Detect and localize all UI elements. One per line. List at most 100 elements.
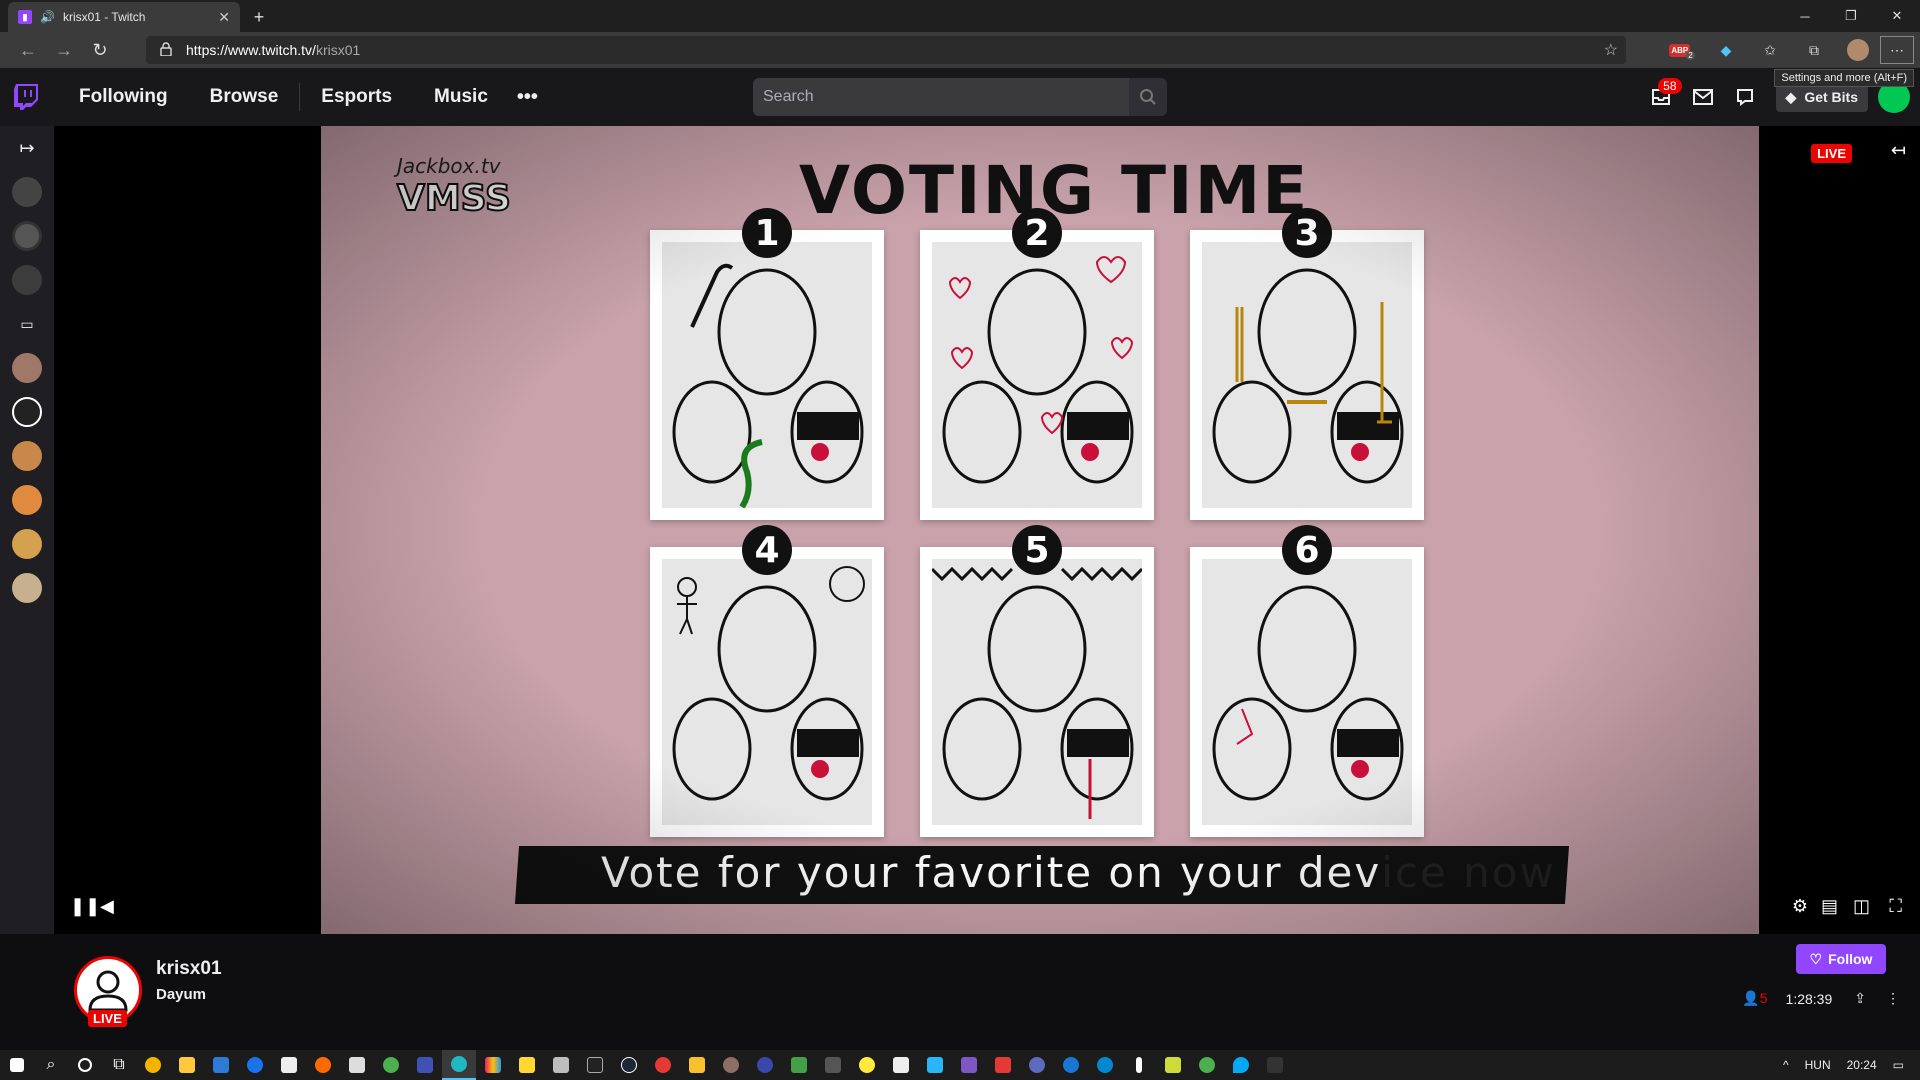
settings-more-button[interactable]: ⋯	[1880, 36, 1914, 64]
sidebar-channel-2[interactable]	[0, 214, 54, 258]
app-icon[interactable]	[714, 1050, 748, 1080]
app-icon[interactable]	[544, 1050, 578, 1080]
sidebar-channel-3[interactable]	[0, 258, 54, 302]
new-tab-button[interactable]: +	[244, 2, 274, 32]
cortana-icon[interactable]	[68, 1050, 102, 1080]
nav-more-button[interactable]: •••	[517, 86, 538, 109]
app-icon[interactable]	[646, 1050, 680, 1080]
app-icon[interactable]	[1020, 1050, 1054, 1080]
close-window-button[interactable]: ✕	[1874, 0, 1920, 32]
whispers-button[interactable]	[1682, 68, 1724, 126]
close-tab-icon[interactable]: ✕	[218, 9, 230, 26]
more-options-icon[interactable]: ⋮	[1886, 990, 1900, 1007]
cmd-icon[interactable]	[578, 1050, 612, 1080]
nav-browse[interactable]: Browse	[210, 86, 279, 108]
search-input[interactable]: Search	[753, 78, 1129, 116]
address-bar[interactable]: https://www.twitch.tv/krisx01 ☆	[146, 36, 1626, 64]
app-icon[interactable]	[272, 1050, 306, 1080]
app-icon[interactable]	[1224, 1050, 1258, 1080]
windows-start-icon[interactable]	[0, 1050, 34, 1080]
twitch-logo-icon[interactable]	[14, 84, 38, 110]
sidebar-channel-5[interactable]	[0, 390, 54, 434]
system-tray: ^ HUN 20:24 ▭	[1775, 1050, 1912, 1080]
sidebar-channel-9[interactable]	[0, 566, 54, 610]
collections-icon[interactable]: ⧉	[1792, 32, 1836, 68]
app-icon[interactable]	[1156, 1050, 1190, 1080]
app-icon[interactable]	[408, 1050, 442, 1080]
nav-following[interactable]: Following	[79, 86, 168, 108]
sidebar-channel-6[interactable]	[0, 434, 54, 478]
app-icon[interactable]	[680, 1050, 714, 1080]
clock[interactable]: 20:24	[1847, 1058, 1877, 1072]
favorites-icon[interactable]: ✩	[1748, 32, 1792, 68]
file-explorer-icon[interactable]	[170, 1050, 204, 1080]
app-icon[interactable]	[204, 1050, 238, 1080]
app-icon[interactable]	[816, 1050, 850, 1080]
edge-icon[interactable]	[442, 1050, 476, 1080]
app-icon[interactable]	[986, 1050, 1020, 1080]
back-button[interactable]: ←	[10, 32, 46, 68]
browser-tab[interactable]: ▮ 🔊 krisx01 - Twitch ✕	[8, 2, 240, 32]
collapse-chat-icon[interactable]: ↤	[1891, 140, 1906, 161]
theatre-mode-icon[interactable]: ◫	[1853, 896, 1870, 917]
sidebar-channel-8[interactable]	[0, 522, 54, 566]
camera-icon[interactable]: ▭	[0, 302, 54, 346]
refresh-button[interactable]: ↻	[82, 32, 118, 68]
speaker-icon[interactable]: 🔊	[40, 10, 55, 24]
app-icon[interactable]	[952, 1050, 986, 1080]
app-icon[interactable]	[918, 1050, 952, 1080]
app-icon[interactable]	[850, 1050, 884, 1080]
sidebar-channel-7[interactable]	[0, 478, 54, 522]
sidebar-channel-4[interactable]	[0, 346, 54, 390]
minimize-button[interactable]: ─	[1782, 0, 1828, 32]
app-icon[interactable]	[136, 1050, 170, 1080]
lock-icon	[160, 42, 172, 56]
app-icon[interactable]	[1122, 1050, 1156, 1080]
gem-extension-icon[interactable]: ◆	[1704, 32, 1748, 68]
task-view-icon[interactable]: ⧉	[102, 1050, 136, 1080]
chat-bubble-button[interactable]	[1724, 68, 1766, 126]
chrome-icon[interactable]	[374, 1050, 408, 1080]
app-icon[interactable]	[238, 1050, 272, 1080]
app-icon[interactable]	[510, 1050, 544, 1080]
share-icon[interactable]: ⇪	[1854, 990, 1866, 1007]
video-player[interactable]: Jackbox.tv VMSS VOTING TIME 1 2 3 4 5 6 …	[54, 126, 1920, 934]
app-icon[interactable]	[1088, 1050, 1122, 1080]
follow-button[interactable]: ♡ Follow	[1796, 944, 1886, 974]
channel-name[interactable]: krisx01	[156, 958, 222, 980]
volume-icon[interactable]: ◀	[100, 896, 114, 917]
settings-gear-icon[interactable]: ⚙	[1792, 896, 1808, 917]
forward-button[interactable]: →	[46, 32, 82, 68]
app-icon[interactable]	[1054, 1050, 1088, 1080]
expand-sidebar-icon[interactable]: ↦	[0, 126, 54, 170]
notifications-button[interactable]: 58	[1640, 68, 1682, 126]
restore-button[interactable]: ❐	[1828, 0, 1874, 32]
card-number-4: 4	[742, 525, 792, 575]
pause-button[interactable]: ❚❚	[70, 896, 100, 917]
app-icon[interactable]	[306, 1050, 340, 1080]
card-number-6: 6	[1282, 525, 1332, 575]
tray-expand-icon[interactable]: ^	[1783, 1058, 1789, 1072]
fullscreen-icon[interactable]: ⛶	[1889, 896, 1902, 917]
clip-icon[interactable]: ▤	[1821, 896, 1838, 917]
twitch-favicon-icon: ▮	[18, 10, 32, 24]
profile-avatar-icon[interactable]	[1836, 32, 1880, 68]
action-center-icon[interactable]: ▭	[1893, 1058, 1904, 1072]
app-icon[interactable]	[1258, 1050, 1292, 1080]
app-icon[interactable]	[884, 1050, 918, 1080]
app-icon[interactable]	[476, 1050, 510, 1080]
language-indicator[interactable]: HUN	[1805, 1058, 1831, 1072]
nav-music[interactable]: Music	[434, 86, 488, 108]
app-icon[interactable]	[1190, 1050, 1224, 1080]
app-icon[interactable]	[340, 1050, 374, 1080]
nav-esports[interactable]: Esports	[321, 86, 392, 108]
sidebar-channel-1[interactable]	[0, 170, 54, 214]
app-icon[interactable]	[782, 1050, 816, 1080]
search-button[interactable]	[1129, 78, 1167, 116]
app-icon[interactable]	[748, 1050, 782, 1080]
adblock-extension-icon[interactable]: ABP 2	[1660, 32, 1704, 68]
search-taskbar-icon[interactable]: ⌕	[34, 1050, 68, 1080]
steam-icon[interactable]	[612, 1050, 646, 1080]
instruction-text-rest: ice now	[1381, 848, 1556, 897]
favorite-star-icon[interactable]: ☆	[1604, 40, 1618, 60]
